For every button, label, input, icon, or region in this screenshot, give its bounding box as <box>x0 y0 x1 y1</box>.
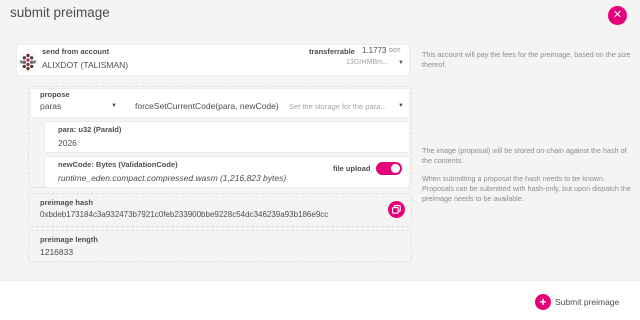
preimage-hash-value: 0xbdeb173184c3a932473b7921c0feb233900bbe… <box>40 210 329 219</box>
submit-help-text: When submitting a proposal the hash need… <box>422 174 631 204</box>
para-label: para: u32 (ParaId) <box>58 125 122 134</box>
transferrable-value: 1.1773 <box>362 46 387 55</box>
modal-title: submit preimage <box>10 5 110 20</box>
plus-icon: + <box>535 293 551 310</box>
chevron-down-icon: ▼ <box>398 103 404 109</box>
transferrable-label: transferrable <box>309 47 355 56</box>
newcode-label: newCode: Bytes (ValidationCode) <box>58 160 178 169</box>
submit-preimage-label: Submit preimage <box>555 296 620 307</box>
preimage-length-label: preimage length <box>40 235 98 244</box>
file-upload-toggle[interactable] <box>376 162 402 175</box>
toggle-knob <box>391 164 400 173</box>
preimage-length-value: 1216833 <box>40 247 74 257</box>
preimage-hash-label: preimage hash <box>40 198 93 207</box>
copy-icon <box>392 205 401 214</box>
propose-label: propose <box>40 90 70 99</box>
close-icon: ✕ <box>612 9 623 21</box>
account-name: ALIXDOT (TALISMAN) <box>42 60 129 70</box>
modal-header: submit preimage ✕ <box>0 0 640 38</box>
close-button[interactable]: ✕ <box>608 6 627 25</box>
para-value: 2026 <box>58 138 77 148</box>
propose-module-value: paras <box>40 101 62 111</box>
file-upload-label: file upload <box>333 164 371 173</box>
propose-call-value: forceSetCurrentCode(para, newCode) <box>135 101 279 111</box>
copy-button[interactable] <box>388 201 405 218</box>
account-identicon <box>18 52 38 72</box>
propose-call-description: Set the storage for the para... <box>289 102 387 111</box>
modal-footer: + Submit preimage <box>0 280 640 320</box>
submit-preimage-button[interactable]: + Submit preimage <box>535 293 619 310</box>
account-help-text: This account will pay the fees for the p… <box>422 50 631 70</box>
account-label: send from account <box>42 47 110 56</box>
account-address: 13GrHMBm... <box>346 59 389 66</box>
image-help-text: The image (proposal) will be stored on-c… <box>422 146 627 166</box>
chevron-down-icon: ▼ <box>111 103 117 109</box>
transferrable-unit: DOT <box>389 48 401 54</box>
chevron-down-icon: ▼ <box>398 60 404 66</box>
newcode-file-value: runtime_eden.compact.compressed.wasm (1,… <box>58 173 287 183</box>
